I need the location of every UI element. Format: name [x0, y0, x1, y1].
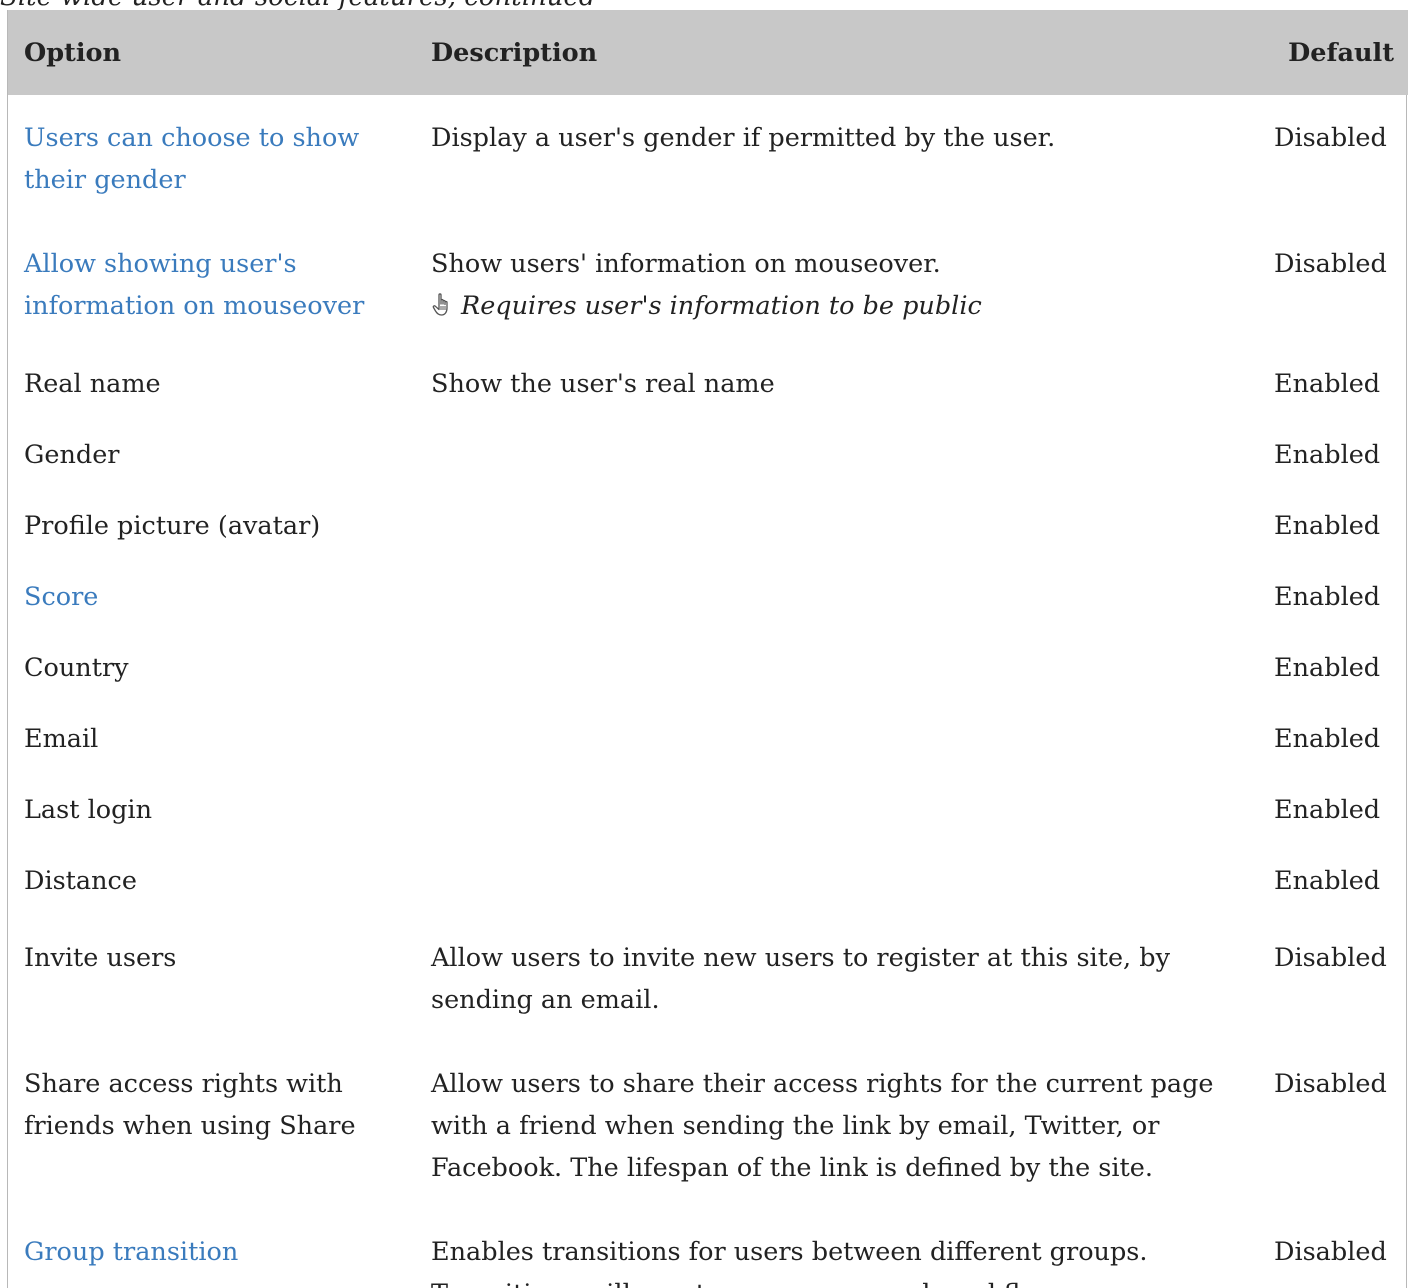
column-header-option: Option [24, 37, 122, 68]
option-description [415, 633, 1254, 704]
settings-table: Option Description Default Users can cho… [8, 10, 1408, 1288]
table-caption: Site-wide user and social features, cont… [0, 0, 596, 10]
table-row: Gender Enabled [8, 420, 1408, 491]
table-row: Country Enabled [8, 633, 1408, 704]
option-description [415, 704, 1254, 775]
option-link-show-gender[interactable]: Users can choose to show their gender [24, 123, 359, 195]
option-default: Disabled [1274, 943, 1387, 973]
option-description: Display a user's gender if permitted by … [431, 123, 1056, 153]
option-description: Allow users to invite new users to regis… [431, 943, 1170, 1015]
option-link-score[interactable]: Score [24, 582, 98, 612]
option-label: Share access rights with friends when us… [24, 1069, 356, 1141]
option-default: Enabled [1274, 582, 1381, 612]
option-description [415, 846, 1254, 917]
option-link-group-transition[interactable]: Group transition [24, 1237, 238, 1267]
option-label: Last login [24, 795, 152, 825]
table-row: Share access rights with friends when us… [8, 1043, 1408, 1211]
option-default: Disabled [1274, 1069, 1387, 1099]
column-header-description: Description [431, 37, 598, 68]
option-default: Enabled [1274, 795, 1381, 825]
option-description [415, 491, 1254, 562]
option-link-user-info-mouseover[interactable]: Allow showing user's information on mous… [24, 249, 364, 321]
table-row: Email Enabled [8, 704, 1408, 775]
column-header-default: Default [1288, 37, 1394, 68]
table-row: Invite users Allow users to invite new u… [8, 917, 1408, 1043]
option-default: Disabled [1274, 1237, 1387, 1267]
option-description: Allow users to share their access rights… [431, 1069, 1214, 1183]
table-row: Users can choose to show their gender Di… [8, 95, 1408, 223]
option-description [415, 420, 1254, 491]
option-default: Enabled [1274, 724, 1381, 754]
option-label: Distance [24, 866, 137, 896]
table-row: Real name Show the user's real name Enab… [8, 349, 1408, 420]
option-label: Invite users [24, 943, 177, 973]
option-default: Enabled [1274, 511, 1381, 541]
table-header-row: Option Description Default [8, 10, 1408, 95]
option-label: Profile picture (avatar) [24, 511, 321, 541]
option-default: Enabled [1274, 440, 1381, 470]
option-label: Real name [24, 369, 161, 399]
option-label: Country [24, 653, 129, 683]
settings-table-container: Option Description Default Users can cho… [7, 10, 1408, 1288]
option-note: Requires user's information to be public [461, 291, 982, 321]
hand-pointer-icon [432, 293, 448, 316]
table-row: Profile picture (avatar) Enabled [8, 491, 1408, 562]
option-default: Disabled [1274, 123, 1387, 153]
option-default: Enabled [1274, 369, 1381, 399]
option-description [415, 562, 1254, 633]
option-default: Enabled [1274, 866, 1381, 896]
option-description: Show the user's real name [431, 369, 775, 399]
option-description: Enables transitions for users between di… [431, 1237, 1148, 1288]
option-default: Disabled [1274, 249, 1387, 279]
option-description [415, 775, 1254, 846]
table-row: Score Enabled [8, 562, 1408, 633]
table-row: Allow showing user's information on mous… [8, 223, 1408, 349]
option-description-text: Show users' information on mouseover. [431, 249, 941, 279]
table-row: Last login Enabled [8, 775, 1408, 846]
option-description: Show users' information on mouseover. Re… [415, 223, 1254, 349]
option-default: Enabled [1274, 653, 1381, 683]
table-row: Group transition Enables transitions for… [8, 1211, 1408, 1288]
option-label: Email [24, 724, 99, 754]
table-row: Distance Enabled [8, 846, 1408, 917]
option-label: Gender [24, 440, 120, 470]
